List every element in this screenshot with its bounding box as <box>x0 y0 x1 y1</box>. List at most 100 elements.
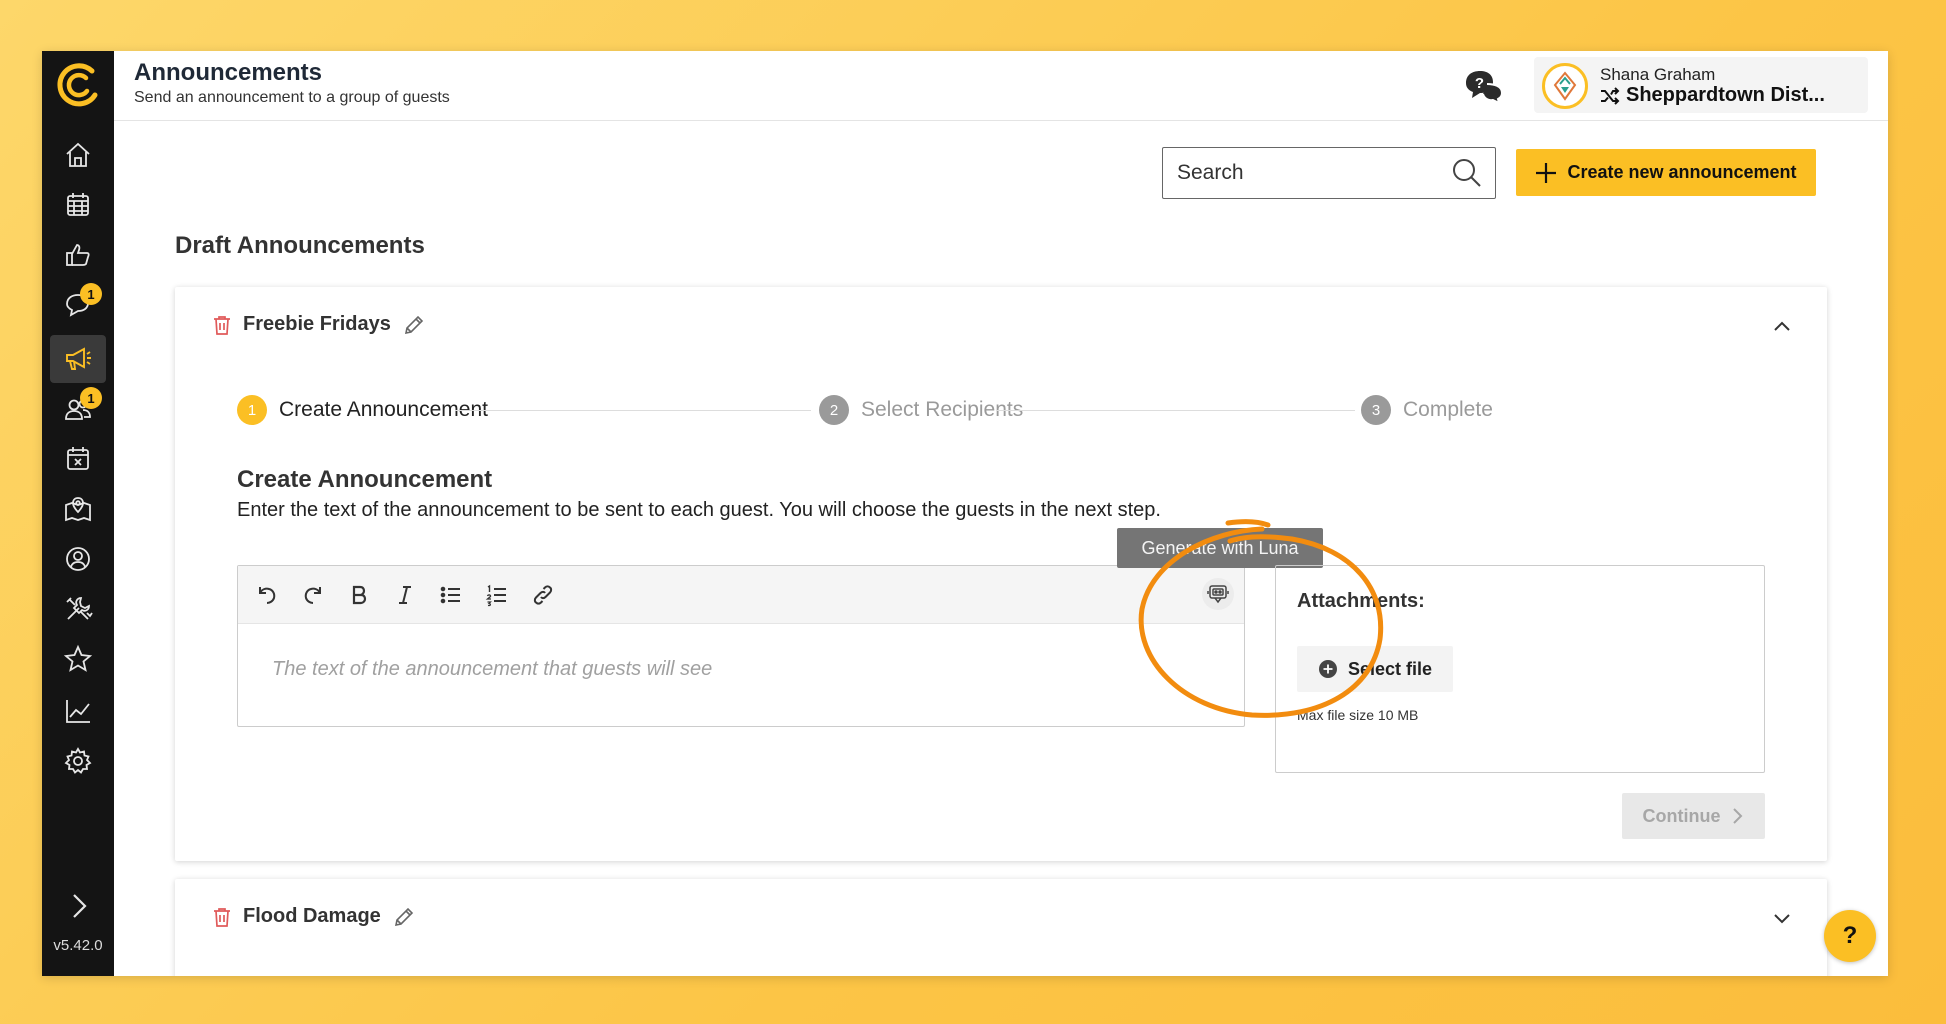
app-version: v5.42.0 <box>53 937 103 954</box>
sidebar: 1 1 v5.42.0 <box>42 51 114 976</box>
card-title: Flood Damage <box>243 905 381 927</box>
app-window: 1 1 v5.42.0 Announcements Send an announ… <box>42 51 1888 976</box>
trash-icon[interactable] <box>213 315 231 335</box>
section-title: Draft Announcements <box>175 232 425 259</box>
bold-button[interactable] <box>344 580 374 610</box>
tools-icon <box>66 597 93 620</box>
sidebar-item-tools[interactable] <box>50 585 106 633</box>
home-icon <box>66 142 90 167</box>
user-circle-icon <box>66 547 90 571</box>
pencil-icon[interactable] <box>403 314 425 336</box>
search-icon[interactable] <box>1451 157 1483 189</box>
search-box <box>1162 147 1496 199</box>
sidebar-item-map[interactable] <box>50 485 106 533</box>
select-file-label: Select file <box>1347 658 1433 679</box>
step-connector <box>997 410 1355 411</box>
redo-icon <box>304 587 321 604</box>
luna-tooltip: Generate with Luna <box>1117 528 1323 568</box>
create-announcement-button[interactable]: Create new announcement <box>1516 149 1816 196</box>
attachments-panel: Attachments: Select file Max file size 1… <box>1275 565 1765 773</box>
step-label: Complete <box>1403 398 1493 421</box>
megaphone-icon <box>66 347 91 370</box>
form-description: Enter the text of the announcement to be… <box>237 499 1161 521</box>
continue-label: Continue <box>1642 805 1721 826</box>
page-title: Announcements <box>134 59 323 86</box>
org-avatar <box>1542 63 1588 109</box>
step-complete: 3 Complete <box>1361 395 1493 425</box>
user-account-switcher[interactable]: Shana Graham Sheppardtown Dist... <box>1534 57 1868 113</box>
guests-badge: 1 <box>80 387 102 409</box>
sidebar-item-favorites[interactable] <box>50 635 106 683</box>
sidebar-item-calendar[interactable] <box>50 181 106 229</box>
editor-placeholder[interactable]: The text of the announcement that guests… <box>272 658 712 681</box>
bullet-list-icon <box>440 586 460 604</box>
sidebar-item-home[interactable] <box>50 131 106 179</box>
shuffle-icon <box>1601 86 1620 105</box>
link-button[interactable] <box>528 580 558 610</box>
expand-sidebar-icon[interactable] <box>62 889 96 923</box>
card-title: Freebie Fridays <box>243 313 391 335</box>
search-input[interactable] <box>1177 158 1437 188</box>
editor-toolbar <box>238 566 1244 624</box>
sidebar-item-reports[interactable] <box>50 687 106 735</box>
calendar-x-icon <box>67 447 89 470</box>
generate-with-luna-button[interactable] <box>1202 578 1234 610</box>
step-number: 2 <box>819 395 849 425</box>
page-header: Announcements Send an announcement to a … <box>114 51 1888 121</box>
svg-text:?: ? <box>1475 75 1484 92</box>
max-file-size: Max file size 10 MB <box>1297 707 1419 723</box>
plus-icon <box>1536 162 1557 183</box>
thumbs-up-icon <box>66 244 90 266</box>
italic-button[interactable] <box>390 580 420 610</box>
numbered-list-icon <box>485 584 506 607</box>
continue-button[interactable]: Continue <box>1622 793 1765 839</box>
redo-button[interactable] <box>298 580 328 610</box>
bold-icon <box>352 585 367 605</box>
select-file-button[interactable]: Select file <box>1297 646 1453 692</box>
help-button[interactable]: ? <box>1824 910 1876 962</box>
sidebar-item-announcements[interactable] <box>50 335 106 383</box>
org-logo-icon <box>1553 71 1577 101</box>
link-icon <box>533 585 553 605</box>
step-connector <box>455 410 811 411</box>
sidebar-item-profile[interactable] <box>50 535 106 583</box>
page-subtitle: Send an announcement to a group of guest… <box>134 89 450 106</box>
attachments-title: Attachments: <box>1297 590 1425 612</box>
create-announcement-label: Create new announcement <box>1567 162 1797 182</box>
sidebar-item-guests[interactable]: 1 <box>50 385 106 433</box>
map-pin-icon <box>65 497 91 522</box>
help-chat-icon[interactable]: ? <box>1462 67 1506 105</box>
card-header: Freebie Fridays <box>213 313 425 336</box>
pencil-icon[interactable] <box>393 906 415 928</box>
messages-badge: 1 <box>80 283 102 305</box>
chevron-down-icon[interactable] <box>1771 907 1793 929</box>
sidebar-item-events[interactable] <box>50 435 106 483</box>
bullet-list-button[interactable] <box>436 580 466 610</box>
calendar-grid-icon <box>67 193 89 216</box>
robot-chat-icon <box>1207 585 1229 604</box>
user-org-label: Sheppardtown Dist... <box>1626 84 1825 106</box>
italic-icon <box>399 586 411 604</box>
user-name: Shana Graham <box>1600 65 1716 84</box>
chevron-right-icon <box>1732 808 1742 824</box>
sidebar-item-settings[interactable] <box>50 737 106 785</box>
step-number: 3 <box>1361 395 1391 425</box>
step-create: 1 Create Announcement <box>237 395 488 425</box>
undo-icon <box>259 587 276 604</box>
step-number: 1 <box>237 395 267 425</box>
app-logo-icon[interactable] <box>52 59 104 111</box>
undo-button[interactable] <box>252 580 282 610</box>
plus-circle-icon <box>1318 660 1337 678</box>
chart-line-icon <box>66 700 90 723</box>
chevron-up-icon[interactable] <box>1771 315 1793 337</box>
star-icon <box>63 644 93 672</box>
main-content: Create new announcement Draft Announceme… <box>114 122 1888 976</box>
announcement-editor: The text of the announcement that guests… <box>237 565 1245 727</box>
sidebar-item-feedback[interactable] <box>50 231 106 279</box>
sidebar-item-messages[interactable]: 1 <box>50 281 106 329</box>
form-title: Create Announcement <box>237 466 493 493</box>
announcement-card: Flood Damage <box>175 879 1827 976</box>
card-header: Flood Damage <box>213 905 415 928</box>
trash-icon[interactable] <box>213 907 231 927</box>
numbered-list-button[interactable] <box>482 580 512 610</box>
